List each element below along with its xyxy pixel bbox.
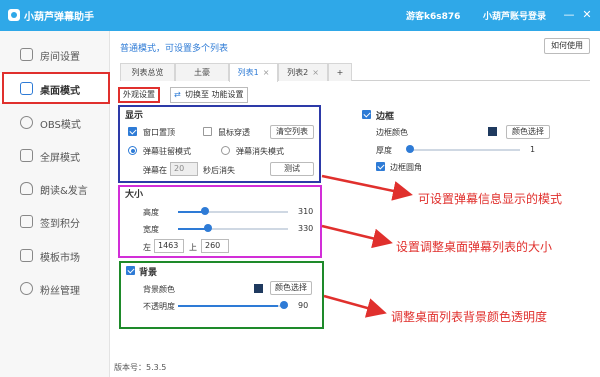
background-arrow [323, 294, 387, 318]
size-arrow [321, 224, 393, 249]
background-annotation: 调整桌面列表背景颜色透明度 [391, 310, 548, 324]
size-annotation: 设置调整桌面弹幕列表的大小 [396, 240, 553, 254]
display-arrow [321, 174, 413, 201]
display-annotation: 可设置弹幕信息显示的模式 [418, 192, 563, 206]
